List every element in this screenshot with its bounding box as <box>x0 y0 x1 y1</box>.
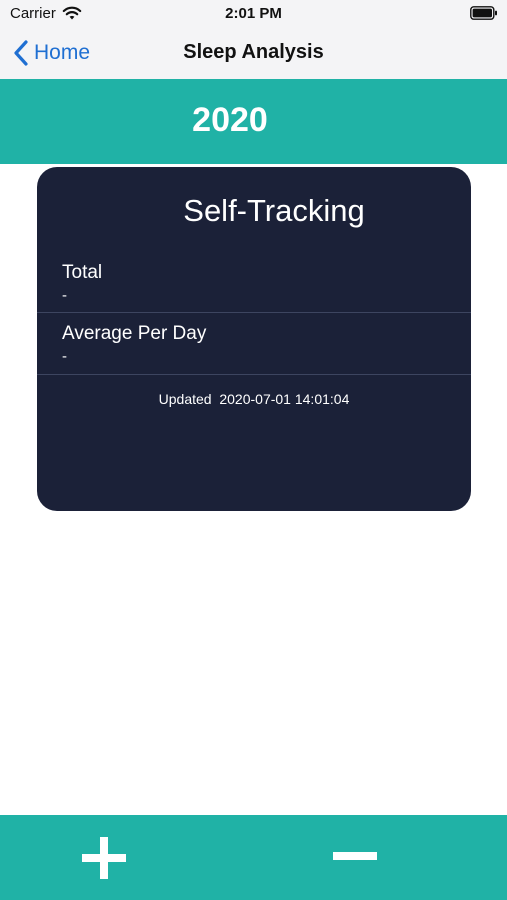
screen: Carrier 2:01 PM Home Sleep Analysis 2020… <box>0 0 507 900</box>
divider <box>37 374 471 375</box>
navigation-bar: Home Sleep Analysis <box>0 28 507 79</box>
card-title: Self-Tracking <box>183 193 365 228</box>
divider <box>37 312 471 313</box>
minus-icon[interactable] <box>329 833 381 883</box>
average-per-day-value: - <box>62 348 67 365</box>
battery-icon <box>470 6 497 20</box>
self-tracking-card: Self-Tracking Total - Average Per Day - … <box>37 167 471 511</box>
updated-timestamp: Updated 2020-07-01 14:01:04 <box>158 391 350 407</box>
total-value: - <box>62 287 67 304</box>
page-title: Sleep Analysis <box>183 41 324 63</box>
total-label: Total <box>62 262 103 283</box>
plus-icon[interactable] <box>78 833 130 883</box>
year-banner: 2020 <box>0 79 507 164</box>
year-label: 2020 <box>192 101 268 139</box>
status-bar: Carrier 2:01 PM <box>0 0 507 28</box>
bottom-toolbar <box>0 815 507 900</box>
average-per-day-label: Average Per Day <box>62 323 207 344</box>
status-time: 2:01 PM <box>225 5 282 22</box>
